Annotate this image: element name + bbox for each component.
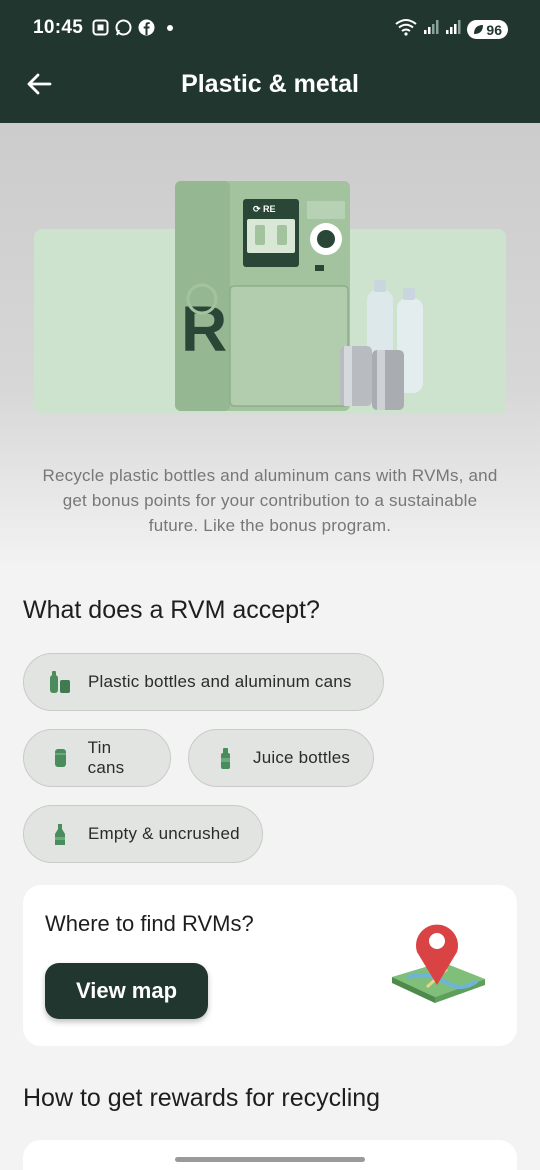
hero-section: ⟳ RE R Recycle plastic bottles and alumi… [0, 123, 540, 563]
bottle-can-icon [46, 668, 74, 696]
signal-icon-2 [445, 19, 461, 40]
app-header: 10:45 96 Plastic & metal [0, 0, 540, 123]
map-pin-icon [392, 924, 485, 1003]
status-system-icons: 96 [395, 18, 508, 41]
battery-indicator: 96 [467, 20, 508, 39]
find-rvms-title: Where to find RVMs? [45, 911, 254, 936]
leaf-icon [474, 25, 484, 34]
empty-bottle-icon [46, 820, 74, 848]
chip-label: Tin cans [87, 738, 125, 777]
tin-can-icon [46, 744, 74, 772]
view-map-button[interactable]: View map [45, 963, 208, 1019]
status-notification-icons [92, 19, 173, 36]
whatsapp-icon [115, 19, 132, 36]
signal-icon-1 [423, 19, 439, 40]
rewards-card [23, 1140, 517, 1170]
chip-label: Plastic bottles and aluminum cans [88, 672, 352, 691]
chip-tin-cans[interactable]: Tin cans [23, 729, 171, 787]
page-title: Plastic & metal [181, 70, 359, 98]
bottles-and-cans-illustration [340, 280, 423, 410]
home-indicator[interactable] [175, 1157, 365, 1162]
screenshot-icon [92, 19, 109, 36]
chip-juice-bottles[interactable]: Juice bottles [188, 729, 374, 787]
chip-label: Empty & uncrushed [88, 824, 240, 843]
more-notifications-dot [167, 24, 173, 31]
chip-label: Juice bottles [253, 748, 351, 767]
juice-bottle-icon [211, 744, 239, 772]
wifi-icon [395, 18, 418, 41]
chip-empty-uncrushed[interactable]: Empty & uncrushed [23, 805, 263, 863]
machine-screen-logo: ⟳ [253, 204, 261, 214]
chip-plastic-bottles-and-cans[interactable]: Plastic bottles and aluminum cans [23, 653, 384, 711]
find-rvms-card: Where to find RVMs? View map [23, 885, 517, 1046]
hero-description: Recycle plastic bottles and aluminum can… [42, 466, 498, 535]
accept-section-title: What does a RVM accept? [23, 596, 320, 624]
status-bar: 10:45 96 [0, 0, 540, 58]
rvm-machine-illustration: ⟳ RE R [175, 181, 350, 411]
battery-level: 96 [486, 21, 502, 38]
status-time: 10:45 [33, 17, 84, 38]
rewards-section-title: How to get rewards for recycling [23, 1084, 381, 1112]
facebook-icon [138, 19, 155, 36]
machine-screen-label: RE [263, 204, 276, 214]
